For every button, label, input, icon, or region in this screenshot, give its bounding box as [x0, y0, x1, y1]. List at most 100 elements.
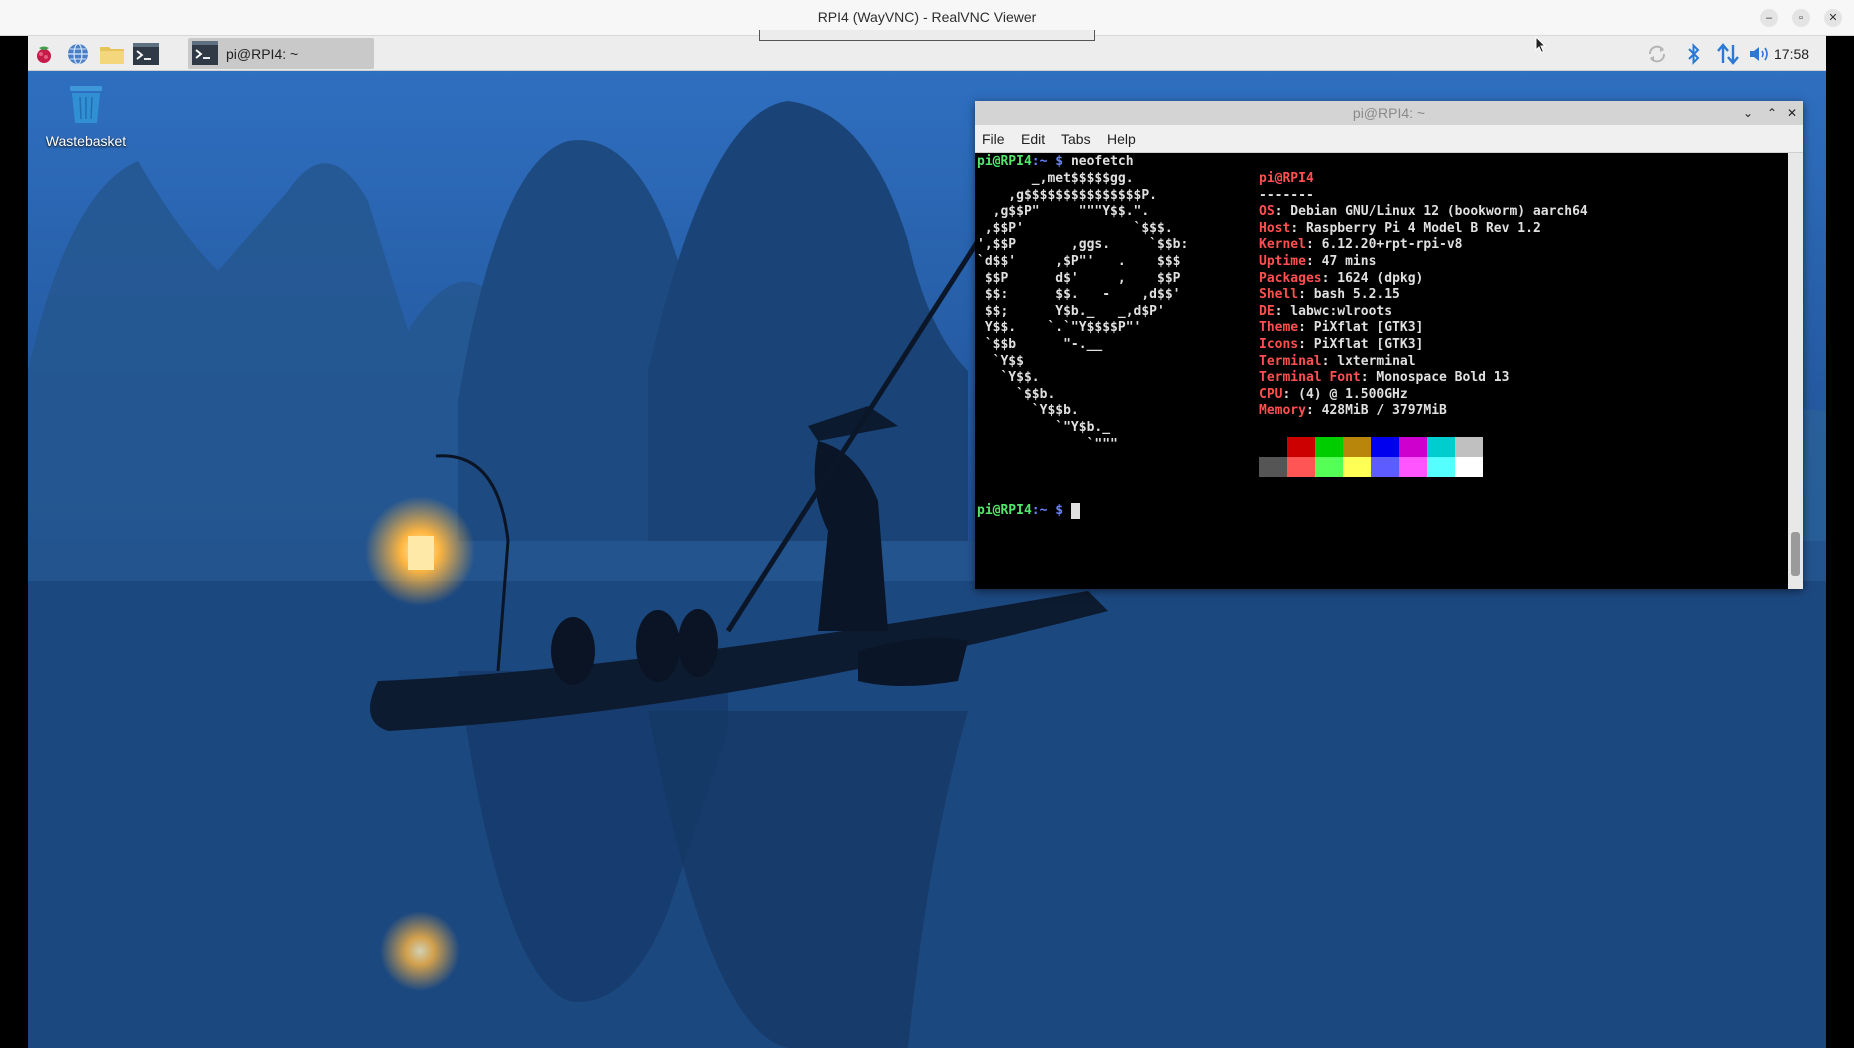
color-swatch: [1343, 457, 1371, 477]
terminal-icon: [192, 41, 218, 70]
viewer-close-button[interactable]: ✕: [1824, 9, 1842, 27]
menu-help[interactable]: Help: [1107, 131, 1136, 147]
logo-line: ,g$$$$$$$$$$$$$$$P.: [977, 187, 1158, 203]
info-row: Kernel: 6.12.20+rpt-rpi-v8: [1259, 237, 1463, 253]
file-manager-icon[interactable]: [98, 40, 126, 67]
terminal-window[interactable]: pi@RPI4: ~ ⌄ ⌃ ✕ File Edit Tabs Help pi@…: [975, 101, 1803, 589]
terminal-scrollbar[interactable]: [1788, 153, 1803, 589]
menu-file[interactable]: File: [982, 131, 1005, 147]
color-swatch: [1343, 437, 1371, 457]
taskbar-window-label: pi@RPI4: ~: [226, 46, 299, 62]
logo-line: $$: $$. - ,d$$': [977, 287, 1181, 303]
color-swatch: [1259, 457, 1287, 477]
info-value: : lxterminal: [1321, 353, 1416, 369]
info-row: Terminal Font: Monospace Bold 13: [1259, 370, 1509, 386]
info-key: Shell: [1259, 287, 1299, 303]
prompt-symbol: $: [1055, 154, 1071, 169]
info-value: : 6.12.20+rpt-rpi-v8: [1305, 237, 1463, 253]
terminal-output[interactable]: pi@RPI4:~ $ neofetch _,met$$$$$gg. ,g$$$…: [975, 153, 1788, 589]
color-swatch: [1455, 437, 1483, 457]
info-row: OS: Debian GNU/Linux 12 (bookworm) aarch…: [1259, 204, 1588, 220]
text-cursor: [1070, 503, 1080, 519]
color-swatch: [1287, 457, 1315, 477]
taskbar: pi@RPI4: ~ 17:58: [28, 36, 1826, 71]
info-row: Shell: bash 5.2.15: [1259, 287, 1400, 303]
terminal-maximize-button[interactable]: ⌃: [1763, 104, 1781, 122]
info-value: : 47 mins: [1305, 254, 1377, 269]
taskbar-window-terminal[interactable]: pi@RPI4: ~: [188, 38, 374, 69]
prompt-user: pi@RPI4: [977, 503, 1032, 518]
terminal-title: pi@RPI4: ~: [1352, 105, 1426, 121]
color-swatch: [1315, 437, 1343, 457]
menu-edit[interactable]: Edit: [1021, 131, 1045, 147]
info-value: : bash 5.2.15: [1298, 287, 1400, 303]
prompt-user: pi@RPI4: [977, 154, 1032, 169]
info-key: Host: [1259, 220, 1291, 236]
logo-line: `"Y$b._: [977, 420, 1111, 435]
info-key: Uptime: [1259, 254, 1306, 269]
logo-line: $$P d$' , $$P: [977, 270, 1181, 286]
viewer-toolbar-handle[interactable]: [759, 30, 1095, 41]
color-swatch: [1371, 437, 1399, 457]
color-swatch: [1427, 437, 1455, 457]
viewer-maximize-button[interactable]: ▫: [1792, 9, 1810, 27]
prompt-path: :~: [1031, 503, 1056, 518]
info-value: : labwc:wlroots: [1274, 303, 1393, 319]
logo-line: ,g$$P" """Y$$.".: [977, 204, 1150, 220]
color-swatch: [1399, 437, 1427, 457]
terminal-titlebar[interactable]: pi@RPI4: ~ ⌄ ⌃ ✕: [975, 101, 1803, 125]
terminal-close-button[interactable]: ✕: [1783, 104, 1801, 122]
info-key: Terminal: [1259, 353, 1322, 369]
info-key: Icons: [1259, 337, 1299, 352]
info-row: CPU: (4) @ 1.500GHz: [1259, 387, 1408, 403]
info-value: : 1624 (dpkg): [1321, 270, 1424, 286]
desktop-icon-wastebasket[interactable]: Wastebasket: [36, 84, 136, 149]
clock[interactable]: 17:58: [1774, 46, 1809, 62]
update-icon[interactable]: [1644, 44, 1670, 64]
separator: -------: [1259, 187, 1314, 203]
color-swatch: [1287, 437, 1315, 457]
info-value: : 428MiB / 3797MiB: [1305, 403, 1447, 419]
terminal-menubar: File Edit Tabs Help: [975, 125, 1803, 153]
color-swatch: [1315, 457, 1343, 477]
remote-desktop[interactable]: pi@RPI4: ~ 17:58 Wastebasket pi@RPI4: ~ …: [28, 36, 1826, 1048]
web-browser-icon[interactable]: [64, 40, 92, 67]
active-prompt-line[interactable]: pi@RPI4:~ $: [977, 503, 1080, 519]
logo-line: _,met$$$$$gg.: [977, 171, 1134, 186]
info-row: Terminal: lxterminal: [1259, 354, 1416, 370]
logo-line: Y$$. `.`"Y$$$$P"': [977, 320, 1142, 336]
info-value: : Raspberry Pi 4 Model B Rev 1.2: [1290, 220, 1541, 236]
info-value: : Monospace Bold 13: [1360, 370, 1510, 386]
color-swatch: [1455, 457, 1483, 477]
prompt-symbol: $: [1055, 503, 1071, 518]
raspberry-menu-icon[interactable]: [30, 40, 58, 67]
terminal-minimize-button[interactable]: ⌄: [1739, 104, 1757, 122]
info-key: DE: [1259, 303, 1275, 319]
info-value: : PiXflat [GTK3]: [1298, 320, 1424, 336]
volume-icon[interactable]: [1748, 44, 1772, 64]
scrollbar-thumb[interactable]: [1791, 532, 1800, 576]
info-row: Host: Raspberry Pi 4 Model B Rev 1.2: [1259, 221, 1541, 237]
terminal-icon[interactable]: [132, 40, 160, 67]
mouse-pointer-icon: [1535, 36, 1547, 54]
command-text: neofetch: [1070, 154, 1134, 169]
info-row: Theme: PiXflat [GTK3]: [1259, 320, 1423, 336]
viewer-minimize-button[interactable]: –: [1760, 9, 1778, 27]
wastebasket-icon: [70, 86, 102, 123]
prompt-path: :~: [1031, 154, 1056, 169]
menu-tabs[interactable]: Tabs: [1061, 131, 1091, 147]
bluetooth-icon[interactable]: [1684, 43, 1704, 65]
info-key: OS: [1259, 204, 1275, 220]
info-key: Kernel: [1259, 237, 1306, 253]
logo-line: `Y$$.: [977, 370, 1040, 386]
info-row: Memory: 428MiB / 3797MiB: [1259, 403, 1447, 419]
info-key: CPU: [1259, 386, 1283, 402]
color-swatch: [1399, 457, 1427, 477]
info-value: : (4) @ 1.500GHz: [1282, 386, 1408, 402]
info-key: Theme: [1259, 320, 1299, 336]
info-key: Memory: [1259, 403, 1306, 419]
color-swatch: [1427, 457, 1455, 477]
color-swatch: [1371, 457, 1399, 477]
network-icon[interactable]: [1714, 43, 1742, 65]
info-row: Packages: 1624 (dpkg): [1259, 271, 1423, 287]
